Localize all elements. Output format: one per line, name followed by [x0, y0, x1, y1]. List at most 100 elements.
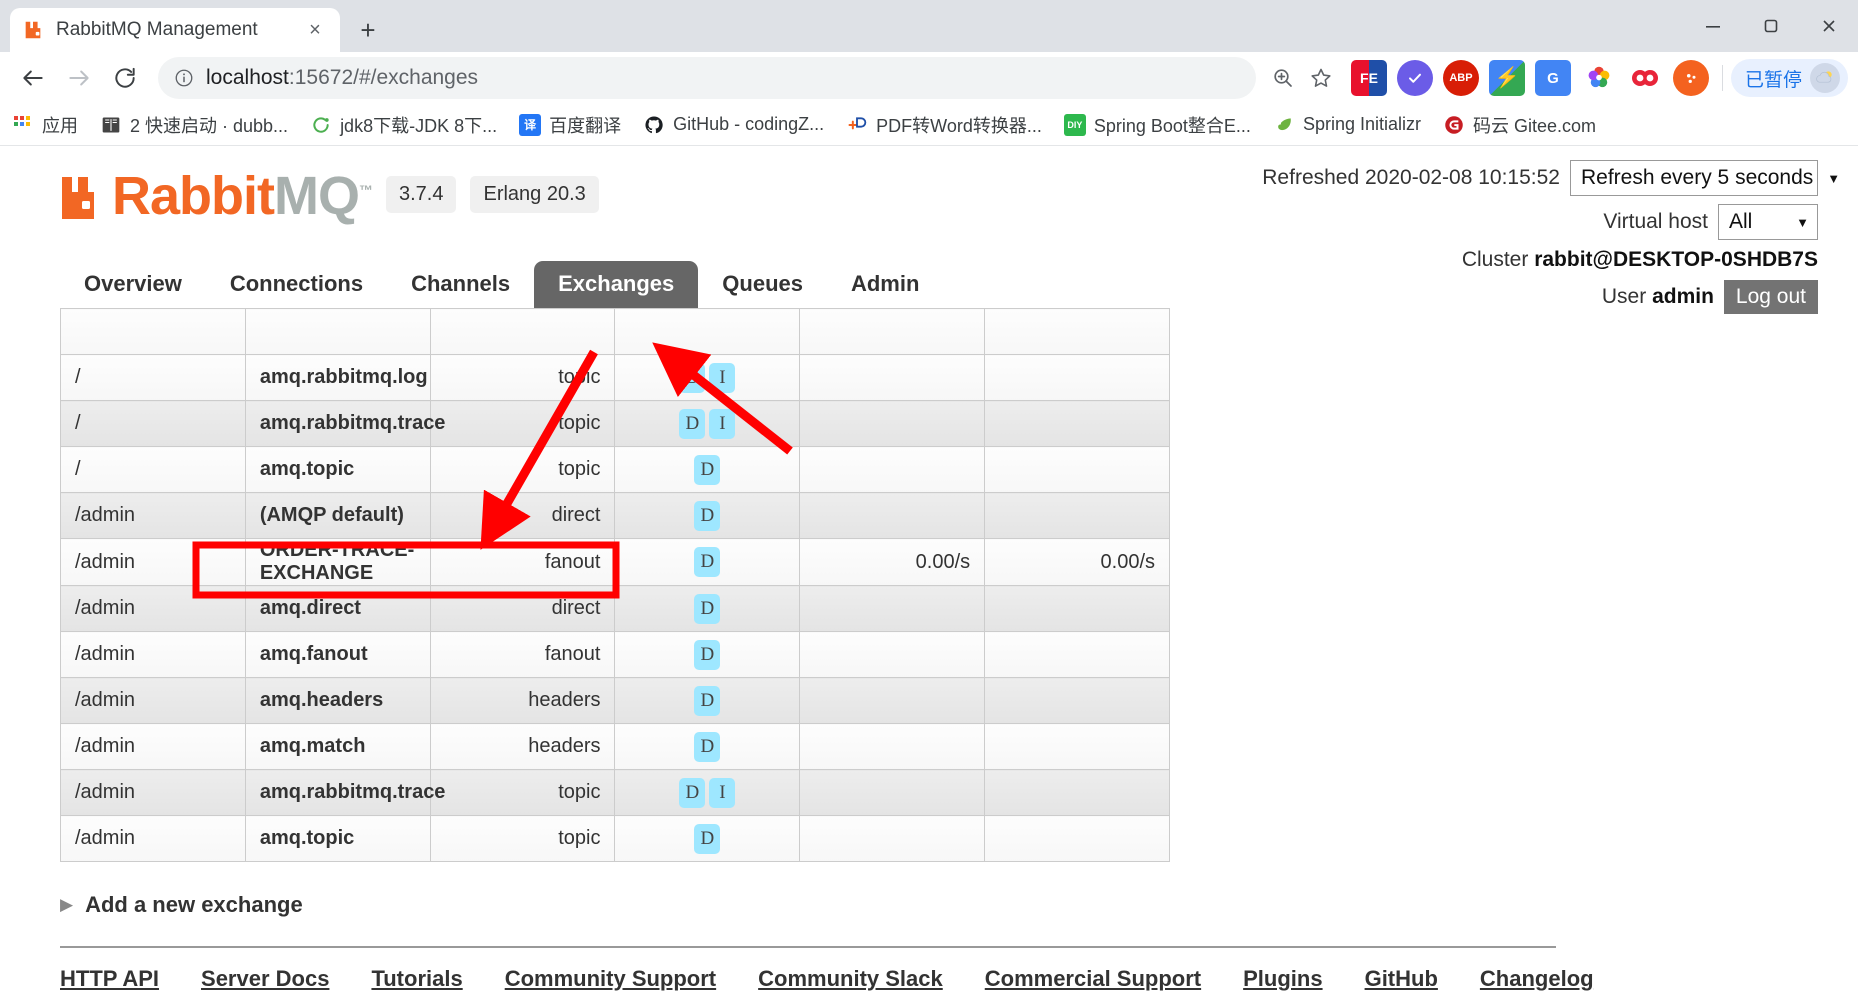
app-header: RabbitMQ™ 3.7.4 Erlang 20.3 Refreshed 20…	[40, 146, 1840, 314]
durable-badge: D	[694, 685, 721, 716]
table-row[interactable]: /admin ORDER-TRACE-EXCHANGE fanout D 0.00/s 0…	[60, 538, 1170, 586]
cell-exchange-name[interactable]: amq.rabbitmq.trace	[244, 400, 445, 447]
footer-link-server-docs[interactable]: Server Docs	[201, 966, 329, 992]
rabbitmq-logo-icon	[60, 175, 108, 221]
footer-link-community-slack[interactable]: Community Slack	[758, 966, 943, 992]
tab-queues[interactable]: Queues	[698, 261, 827, 308]
footer-link-changelog[interactable]: Changelog	[1480, 966, 1594, 992]
table-row[interactable]: /admin (AMQP default) direct D	[60, 492, 1170, 539]
bookmark-pdf-to-word[interactable]: PDF转Word转换器...	[846, 112, 1042, 138]
bookmark-dubbo[interactable]: 2 快速启动 · dubb...	[100, 112, 288, 138]
cell-exchange-name[interactable]: amq.rabbitmq.trace	[244, 769, 445, 816]
cell-exchange-name[interactable]: amq.topic	[244, 446, 431, 493]
new-tab-button[interactable]: +	[346, 8, 390, 52]
durable-badge: D	[679, 777, 706, 808]
colorful-flower-icon[interactable]	[1581, 60, 1617, 96]
add-new-exchange-toggle[interactable]: ▶ Add a new exchange	[60, 892, 1818, 918]
omnibox-actions	[1264, 59, 1340, 97]
chevron-down-icon: ▼	[1827, 170, 1841, 186]
tab-exchanges[interactable]: Exchanges	[534, 261, 699, 308]
table-row[interactable]: /admin amq.rabbitmq.trace topic D I	[60, 769, 1170, 816]
star-icon[interactable]	[1302, 59, 1340, 97]
table-row[interactable]: / amq.rabbitmq.trace topic D I	[60, 400, 1170, 447]
table-row[interactable]: /admin amq.topic topic D	[60, 815, 1170, 862]
cell-vhost: /admin	[60, 677, 246, 724]
address-bar[interactable]: localhost:15672/#/exchanges	[158, 57, 1256, 99]
footer-link-community-support[interactable]: Community Support	[505, 966, 716, 992]
tab-close-icon[interactable]: ×	[302, 17, 328, 43]
table-row[interactable]: / amq.rabbitmq.log topic D I	[60, 354, 1170, 401]
table-row[interactable]: /admin amq.match headers D	[60, 723, 1170, 770]
cell-exchange-name[interactable]: amq.rabbitmq.log	[244, 354, 431, 401]
cell-exchange-name[interactable]: amq.direct	[244, 585, 431, 632]
cell-exchange-name[interactable]: amq.fanout	[244, 631, 431, 678]
tab-channels[interactable]: Channels	[387, 261, 534, 308]
cell-message-rate-out	[984, 400, 1170, 447]
logo-tm: ™	[359, 182, 373, 198]
check-circle-extension-icon[interactable]	[1396, 60, 1433, 96]
cell-message-rate-in	[799, 769, 986, 816]
table-row[interactable]: /admin amq.direct direct D	[60, 585, 1170, 632]
table-row[interactable]: /admin amq.fanout fanout D	[60, 631, 1170, 678]
cell-message-rate-out	[984, 492, 1170, 539]
cell-message-rate-out	[984, 769, 1170, 816]
bookmark-label: Spring Initializr	[1302, 114, 1421, 134]
google-translate-icon[interactable]: G	[1534, 60, 1571, 96]
footer-link-http-api[interactable]: HTTP API	[60, 966, 159, 992]
lightning-glyph: ⚡	[1494, 67, 1520, 89]
bookmark-baidu-translate[interactable]: 译 百度翻译	[519, 112, 621, 138]
info-circle-icon[interactable]	[172, 66, 196, 90]
orange-circle-extension-icon[interactable]	[1672, 60, 1709, 96]
version-badge: 3.7.4	[386, 175, 457, 213]
lightning-extension-icon[interactable]: ⚡	[1488, 60, 1525, 96]
durable-badge: D	[694, 500, 721, 531]
browser-tab[interactable]: RabbitMQ Management ×	[10, 8, 340, 52]
rabbitmq-logo[interactable]: RabbitMQ™ 3.7.4 Erlang 20.3	[60, 169, 599, 223]
bookmark-apps[interactable]: 应用	[12, 112, 78, 138]
footer-link-github[interactable]: GitHub	[1365, 966, 1438, 992]
cell-exchange-name[interactable]: ORDER-TRACE-EXCHANGE	[244, 538, 431, 586]
tab-overview[interactable]: Overview	[60, 261, 206, 308]
profile-chip[interactable]: 已暂停	[1730, 59, 1848, 97]
cell-exchange-name[interactable]: amq.match	[244, 723, 431, 770]
cell-exchange-type: topic	[429, 400, 616, 447]
bookmarks-bar: 应用 2 快速启动 · dubb... jdk8下载-JDK 8下... 译 百…	[0, 104, 1858, 146]
cell-features: D	[614, 492, 801, 539]
infinity-extension-icon[interactable]	[1627, 60, 1663, 96]
cell-exchange-type: topic	[429, 815, 616, 862]
vhost-value: All	[1729, 210, 1753, 233]
cell-exchange-name[interactable]: amq.topic	[244, 815, 431, 862]
back-arrow-icon[interactable]	[10, 55, 56, 101]
cell-exchange-type: headers	[429, 677, 616, 724]
zoom-in-icon[interactable]	[1264, 59, 1302, 97]
refresh-interval-select[interactable]: Refresh every 5 seconds ▼	[1570, 160, 1840, 196]
bookmark-label: 2 快速启动 · dubb...	[130, 115, 289, 136]
cell-exchange-name[interactable]: (AMQP default)	[244, 492, 431, 539]
table-row[interactable]: / amq.topic topic D	[60, 446, 1170, 493]
durable-badge: D	[694, 731, 721, 762]
adblock-plus-icon[interactable]: ABP	[1442, 60, 1479, 96]
reload-icon[interactable]	[102, 55, 148, 101]
cell-message-rate-in	[799, 446, 986, 493]
profile-paused-label: 已暂停	[1744, 69, 1802, 91]
table-row[interactable]: /admin amq.headers headers D	[60, 677, 1170, 724]
cell-exchange-name[interactable]: amq.headers	[244, 677, 431, 724]
cell-features: D	[614, 677, 801, 724]
maximize-icon[interactable]	[1742, 0, 1800, 52]
fe-extension-icon[interactable]: FE	[1350, 60, 1387, 96]
bookmark-spring-boot[interactable]: DIY Spring Boot整合E...	[1063, 112, 1251, 138]
bookmark-spring-initializr[interactable]: Spring Initializr	[1273, 114, 1421, 136]
close-icon[interactable]	[1800, 0, 1858, 52]
bookmark-jdk8[interactable]: jdk8下载-JDK 8下...	[310, 112, 497, 138]
tab-admin[interactable]: Admin	[827, 261, 943, 308]
bookmark-label: 百度翻译	[549, 115, 622, 136]
footer-link-plugins[interactable]: Plugins	[1243, 966, 1322, 992]
bookmark-label: PDF转Word转换器...	[876, 115, 1042, 136]
tab-connections[interactable]: Connections	[206, 261, 387, 308]
minimize-icon[interactable]	[1684, 0, 1742, 52]
vhost-select[interactable]: All ▼	[1718, 204, 1818, 240]
bookmark-gitee[interactable]: 码云 Gitee.com	[1443, 112, 1596, 138]
footer-link-tutorials[interactable]: Tutorials	[371, 966, 462, 992]
bookmark-github[interactable]: GitHub - codingZ...	[643, 114, 824, 136]
footer-link-commercial-support[interactable]: Commercial Support	[985, 966, 1201, 992]
